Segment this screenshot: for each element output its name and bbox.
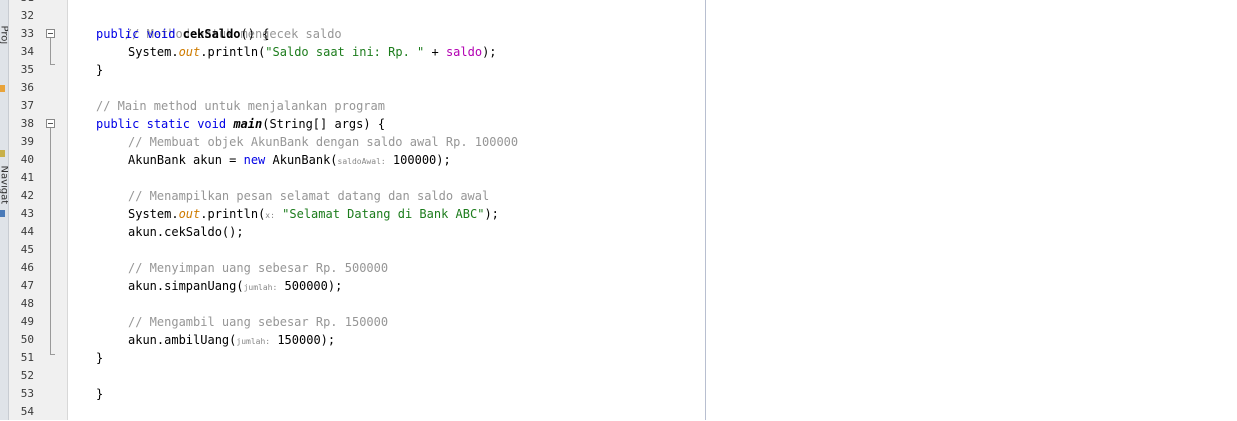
string-literal: "Selamat Datang di Bank ABC"	[274, 207, 485, 221]
field-reference: saldo	[445, 45, 483, 59]
keyword: public	[96, 27, 140, 41]
code-comment: // Main method untuk menjalankan program	[96, 99, 385, 113]
code-line-44[interactable]: akun.cekSaldo();	[128, 223, 244, 241]
code-line-49[interactable]: // Mengambil uang sebesar Rp. 150000	[128, 313, 388, 331]
line-number: 47	[20, 279, 34, 292]
line-number-gutter: 31 32 33 34 35 36 37 38 39 40 41 42 43 4…	[9, 0, 68, 420]
line-number: 37	[20, 99, 34, 112]
static-field: out	[178, 207, 201, 221]
string-literal: "Saldo saat ini: Rp. "	[265, 45, 425, 59]
line-number: 44	[20, 225, 34, 238]
line-number: 46	[20, 261, 34, 274]
code-text: AkunBank(	[265, 153, 338, 167]
files-tab-icon[interactable]	[0, 85, 5, 92]
code-text: () {	[240, 27, 270, 41]
code-line-47[interactable]: akun.simpanUang(jumlah: 500000);	[128, 277, 342, 297]
code-comment: // Menampilkan pesan selamat datang dan …	[128, 189, 490, 203]
fold-end-marker	[50, 64, 55, 65]
code-line-35[interactable]: }	[96, 61, 103, 79]
method-name: main	[233, 117, 263, 131]
keyword: public	[96, 117, 140, 131]
line-number: 36	[20, 81, 34, 94]
services-tab-icon[interactable]	[0, 150, 5, 157]
code-line-33[interactable]: public void cekSaldo() {	[96, 25, 269, 43]
line-number: 53	[20, 387, 34, 400]
code-text: +	[424, 45, 446, 59]
parameter-hint: saldoAwal:	[337, 157, 386, 166]
navigator-tab[interactable]: Navigat	[0, 166, 8, 205]
code-text: AkunBank akun =	[128, 153, 244, 167]
line-number: 45	[20, 243, 34, 256]
left-side-panel-tabs: Proj Navigat	[0, 0, 9, 420]
code-line-42[interactable]: // Menampilkan pesan selamat datang dan …	[128, 187, 489, 205]
code-text: akun.simpanUang(	[128, 279, 244, 293]
code-text: 100000);	[385, 153, 451, 167]
line-number: 51	[20, 351, 34, 364]
line-number: 40	[20, 153, 34, 166]
line-number: 43	[20, 207, 34, 220]
keyword: new	[243, 153, 266, 167]
code-comment: // Mengambil uang sebesar Rp. 150000	[128, 315, 389, 329]
line-number: 50	[20, 333, 34, 346]
line-number: 42	[20, 189, 34, 202]
code-line-50[interactable]: akun.ambilUang(jumlah: 150000);	[128, 331, 335, 351]
line-number: 35	[20, 63, 34, 76]
code-text: akun.cekSaldo();	[128, 225, 244, 239]
keyword: void	[197, 117, 227, 131]
code-text: .println(	[200, 45, 266, 59]
line-number: 41	[20, 171, 34, 184]
code-line-43[interactable]: System.out.println(x: "Selamat Datang di…	[128, 205, 499, 225]
code-text: );	[484, 207, 499, 221]
method-name: cekSaldo	[182, 27, 241, 41]
line-number: 38	[20, 117, 34, 130]
line-number: 31	[9, 0, 34, 7]
fold-guide-line	[50, 128, 51, 354]
keyword: void	[146, 27, 176, 41]
line-number: 54	[20, 405, 34, 418]
code-line-51[interactable]: }	[96, 349, 103, 367]
code-text: }	[96, 387, 104, 401]
code-text: System.	[128, 45, 179, 59]
code-text: }	[96, 351, 104, 365]
code-line-38[interactable]: public static void main(String[] args) {	[96, 115, 385, 133]
fold-end-marker	[50, 354, 55, 355]
keyword: static	[146, 117, 190, 131]
code-line-53[interactable]: }	[96, 385, 103, 403]
line-number: 52	[20, 369, 34, 382]
static-field: out	[178, 45, 201, 59]
line-number: 33	[20, 27, 34, 40]
parameter-hint: x:	[265, 211, 275, 220]
code-text: }	[96, 63, 104, 77]
code-text: 500000);	[277, 279, 343, 293]
navigator-icon[interactable]	[0, 210, 5, 217]
code-text: System.	[128, 207, 179, 221]
code-line-39[interactable]: // Membuat objek AkunBank dengan saldo a…	[128, 133, 518, 151]
fold-toggle-icon[interactable]	[46, 119, 55, 128]
line-number: 34	[20, 45, 34, 58]
code-text: );	[482, 45, 497, 59]
code-line-37[interactable]: // Main method untuk menjalankan program	[96, 97, 385, 115]
fold-guide-line	[50, 38, 51, 64]
code-text: (String[] args) {	[262, 117, 386, 131]
code-text: .println(	[200, 207, 266, 221]
code-text: akun.ambilUang(	[128, 333, 237, 347]
line-number: 32	[20, 9, 34, 22]
right-margin-guide	[705, 0, 706, 420]
code-editor[interactable]: // Method untuk mengecek saldo public vo…	[67, 0, 705, 420]
parameter-hint: jumlah:	[243, 283, 278, 292]
fold-toggle-icon[interactable]	[46, 29, 55, 38]
parameter-hint: jumlah:	[236, 337, 271, 346]
line-number: 48	[20, 297, 34, 310]
code-line-40[interactable]: AkunBank akun = new AkunBank(saldoAwal: …	[128, 151, 451, 171]
projects-tab[interactable]: Proj	[0, 26, 8, 46]
line-number: 39	[20, 135, 34, 148]
code-comment: // Menyimpan uang sebesar Rp. 500000	[128, 261, 389, 275]
line-number: 49	[20, 315, 34, 328]
code-text: 150000);	[270, 333, 336, 347]
code-line-34[interactable]: System.out.println("Saldo saat ini: Rp. …	[128, 43, 497, 61]
code-comment: // Membuat objek AkunBank dengan saldo a…	[128, 135, 519, 149]
code-line-46[interactable]: // Menyimpan uang sebesar Rp. 500000	[128, 259, 388, 277]
